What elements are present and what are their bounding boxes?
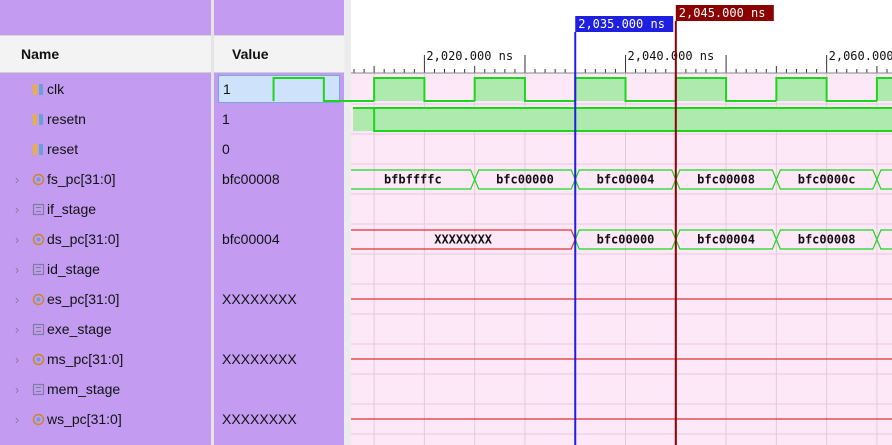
ds_pc-segment-label: bfc00008 (798, 233, 856, 247)
clk-high-fill (675, 78, 727, 101)
clk-high-fill (374, 78, 425, 101)
fs_pc-segment-label: bfc00004 (597, 173, 655, 187)
time-cursor-label: 2,035.000 ns (578, 17, 665, 31)
time-cursor-label: 2,045.000 ns (679, 6, 766, 20)
clk-high-fill (474, 78, 525, 101)
waveform-view[interactable]: 2,020.000 ns 2,040.000 ns 2,060.000 ns bfbf… (0, 0, 892, 445)
ruler-tick-label: 2,040.000 ns (628, 49, 715, 63)
ds_pc-segment-label: XXXXXXXX (434, 233, 493, 247)
clk-high-fill (776, 78, 827, 101)
ds_pc-segment-label: bfc00004 (697, 233, 755, 247)
fs_pc-segment-label: bfc00000 (496, 173, 554, 187)
reset-high-fill (353, 108, 375, 131)
ruler-tick-label: 2,020.000 ns (426, 49, 513, 63)
ruler-tick-label: 2,060.000 ns (829, 49, 892, 63)
clk-high-fill (876, 78, 892, 101)
resetn-high-fill (353, 108, 892, 131)
clk-high-fill (575, 78, 626, 101)
fs_pc-segment-label: bfbffffc (384, 173, 442, 187)
fs_pc-segment-label: bfc00008 (697, 173, 755, 187)
fs_pc-segment-label: bfc0000c (798, 173, 856, 187)
ds_pc-segment-label: bfc00000 (597, 233, 655, 247)
